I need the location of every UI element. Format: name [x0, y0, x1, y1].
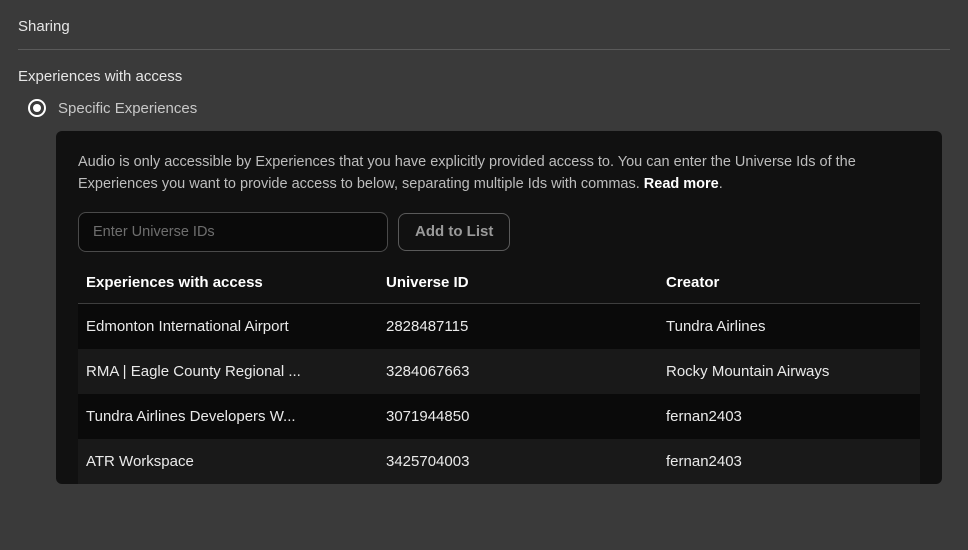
- desc-text-post: .: [719, 176, 723, 192]
- col-header-universe-id: Universe ID: [386, 274, 666, 291]
- radio-specific-experiences[interactable]: Specific Experiences: [18, 99, 950, 117]
- access-table: Experiences with access Universe ID Crea…: [78, 268, 920, 484]
- desc-text: Audio is only accessible by Experiences …: [78, 154, 856, 192]
- read-more-link[interactable]: Read more: [644, 176, 719, 192]
- table-header-row: Experiences with access Universe ID Crea…: [78, 268, 920, 304]
- cell-name: Edmonton International Airport: [86, 318, 386, 335]
- cell-universe_id: 3071944850: [386, 408, 666, 425]
- cell-creator: fernan2403: [666, 453, 912, 470]
- table-row[interactable]: ATR Workspace3425704003fernan2403: [78, 439, 920, 484]
- section-title: Sharing: [18, 18, 950, 49]
- cell-creator: Tundra Airlines: [666, 318, 912, 335]
- cell-name: ATR Workspace: [86, 453, 386, 470]
- cell-universe_id: 3425704003: [386, 453, 666, 470]
- cell-creator: Rocky Mountain Airways: [666, 363, 912, 380]
- col-header-creator: Creator: [666, 274, 912, 291]
- add-to-list-button[interactable]: Add to List: [398, 213, 510, 251]
- table-row[interactable]: Tundra Airlines Developers W...307194485…: [78, 394, 920, 439]
- cell-creator: fernan2403: [666, 408, 912, 425]
- radio-label: Specific Experiences: [58, 100, 197, 117]
- col-header-name: Experiences with access: [86, 274, 386, 291]
- cell-universe_id: 3284067663: [386, 363, 666, 380]
- cell-name: RMA | Eagle County Regional ...: [86, 363, 386, 380]
- divider: [18, 49, 950, 50]
- access-panel: Audio is only accessible by Experiences …: [56, 131, 942, 484]
- universe-ids-input[interactable]: [78, 212, 388, 252]
- subsection-title: Experiences with access: [18, 68, 950, 85]
- panel-description: Audio is only accessible by Experiences …: [78, 151, 920, 196]
- cell-universe_id: 2828487115: [386, 318, 666, 335]
- radio-icon: [28, 99, 46, 117]
- cell-name: Tundra Airlines Developers W...: [86, 408, 386, 425]
- table-row[interactable]: Edmonton International Airport2828487115…: [78, 304, 920, 349]
- table-row[interactable]: RMA | Eagle County Regional ...328406766…: [78, 349, 920, 394]
